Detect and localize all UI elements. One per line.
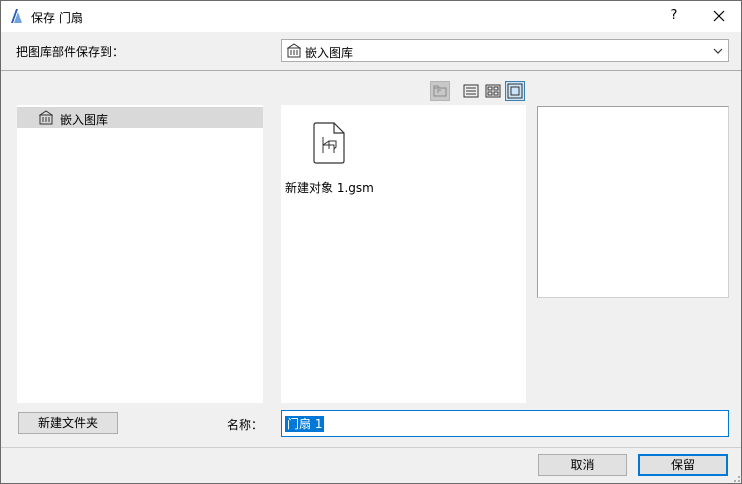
window-title: 保存 门扇 [31, 11, 83, 25]
help-button[interactable]: ? [662, 4, 686, 28]
library-icon [287, 43, 301, 58]
new-folder-button[interactable]: 新建文件夹 [18, 412, 118, 434]
save-dialog: 保存 门扇 ? 把图库部件保存到： 嵌入图库 嵌入图库 新建对象 1.gsm 新… [0, 0, 742, 484]
save-to-dropdown[interactable]: 嵌入图库 [281, 39, 729, 62]
save-button[interactable]: 保留 [638, 454, 728, 476]
preview-pane [537, 106, 729, 298]
up-folder-button[interactable] [430, 81, 450, 101]
divider [1, 70, 741, 71]
close-icon [713, 10, 725, 22]
save-to-label: 把图库部件保存到： [16, 45, 125, 59]
chair-document-icon [313, 122, 345, 164]
archicad-logo-icon [11, 9, 22, 23]
close-button[interactable] [707, 4, 731, 28]
name-field-value: 门扇 1 [285, 416, 325, 432]
library-tree[interactable]: 嵌入图库 [17, 105, 263, 403]
save-to-value: 嵌入图库 [305, 46, 354, 60]
cancel-button[interactable]: 取消 [538, 454, 627, 476]
chevron-down-icon [713, 48, 723, 54]
resize-grip-icon[interactable] [729, 471, 741, 483]
tree-item-label: 嵌入图库 [60, 113, 109, 127]
icon-view-icon [485, 84, 501, 98]
tree-item-embedded-library[interactable]: 嵌入图库 [17, 107, 263, 128]
title-bar: 保存 门扇 ? [1, 1, 741, 32]
file-list[interactable]: 新建对象 1.gsm [281, 105, 526, 403]
list-view-button[interactable] [461, 81, 481, 101]
library-icon [39, 110, 53, 125]
list-view-icon [463, 84, 479, 98]
icon-view-button[interactable] [483, 81, 503, 101]
preview-view-icon [507, 83, 523, 99]
file-item[interactable]: 新建对象 1.gsm [281, 115, 381, 205]
divider-bottom [1, 447, 741, 448]
file-name: 新建对象 1.gsm [285, 181, 374, 195]
name-label: 名称： [227, 418, 264, 432]
up-folder-icon [433, 85, 447, 97]
name-field[interactable]: 门扇 1 [281, 410, 729, 437]
preview-view-button[interactable] [505, 81, 525, 101]
